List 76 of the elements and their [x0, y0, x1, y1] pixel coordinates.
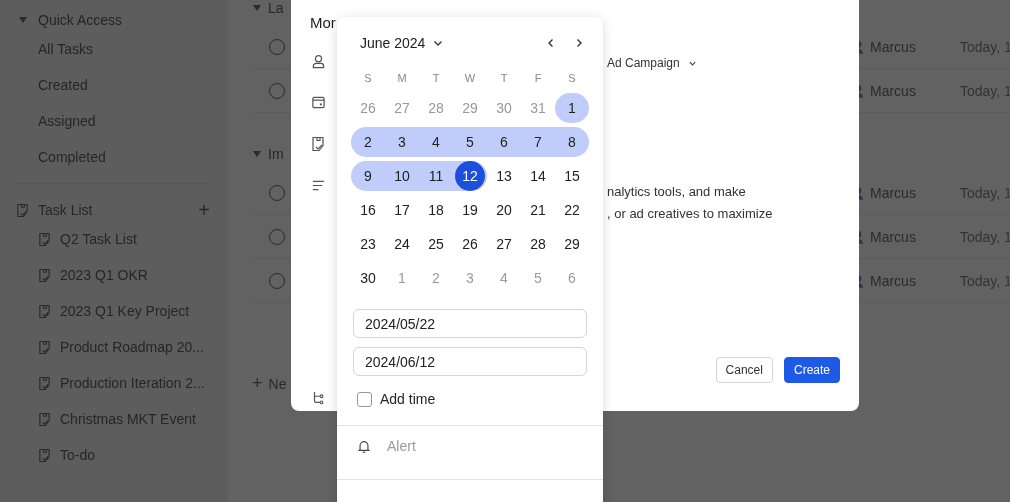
dialog-title: Mor: [310, 14, 336, 31]
calendar-day[interactable]: 11: [419, 161, 453, 191]
chevron-down-icon[interactable]: [433, 38, 444, 48]
calendar-day[interactable]: 25: [419, 229, 453, 259]
task-list-icon: [38, 267, 51, 283]
calendar-day[interactable]: 18: [419, 195, 453, 225]
description-text: nalytics tools, and make: [607, 183, 747, 201]
task-list-icon: [38, 375, 51, 391]
calendar-day[interactable]: 28: [521, 229, 555, 259]
weekday-label: M: [396, 72, 408, 84]
calendar-day[interactable]: 1: [555, 93, 589, 123]
calendar-day[interactable]: 12: [453, 161, 487, 191]
calendar-day[interactable]: 29: [555, 229, 589, 259]
calendar-day[interactable]: 16: [351, 195, 385, 225]
task-list-value[interactable]: Ad Campaign: [607, 56, 680, 70]
add-time-checkbox[interactable]: [357, 391, 372, 407]
start-date-field[interactable]: 2024/05/22: [353, 309, 587, 338]
calendar-day[interactable]: 24: [385, 229, 419, 259]
calendar-day[interactable]: 23: [351, 229, 385, 259]
calendar-day[interactable]: 5: [453, 127, 487, 157]
calendar-day[interactable]: 30: [351, 263, 385, 293]
calendar-day[interactable]: 20: [487, 195, 521, 225]
calendar-day[interactable]: 9: [351, 161, 385, 191]
description-text: , or ad creatives to maximize: [607, 205, 773, 223]
calendar-day[interactable]: 10: [385, 161, 419, 191]
calendar-day[interactable]: 26: [453, 229, 487, 259]
task-list-icon: [38, 411, 51, 427]
weekday-label: T: [499, 72, 509, 84]
weekday-label: S: [363, 72, 373, 84]
group-title: La: [268, 0, 284, 16]
person-icon: [310, 54, 326, 69]
previous-month-icon[interactable]: [546, 38, 556, 48]
calendar-day[interactable]: 27: [487, 229, 521, 259]
weekday-label: T: [431, 72, 441, 84]
calendar-day[interactable]: 21: [521, 195, 555, 225]
assignee-name: Marcus: [870, 272, 917, 289]
collapse-triangle-icon[interactable]: [252, 3, 262, 13]
collapse-triangle-icon[interactable]: [252, 149, 262, 159]
calendar-day[interactable]: 17: [385, 195, 419, 225]
assignee-name: Marcus: [870, 228, 917, 245]
calendar-day[interactable]: 14: [521, 161, 555, 191]
bell-icon[interactable]: [357, 438, 371, 454]
assignee-name: Marcus: [870, 82, 917, 99]
add-time-label[interactable]: Add time: [380, 391, 436, 407]
task-list-icon: [16, 202, 29, 218]
assignee-name: Marcus: [870, 184, 917, 201]
task-list-icon: [311, 136, 325, 152]
calendar-day[interactable]: 15: [555, 161, 589, 191]
subtask-icon: [311, 391, 325, 405]
task-list-icon: [38, 447, 51, 463]
group-title: Im: [268, 146, 284, 162]
calendar-day[interactable]: 2: [351, 127, 385, 157]
cancel-button[interactable]: Cancel: [715, 357, 773, 383]
calendar-day[interactable]: 6: [487, 127, 521, 157]
text-lines-icon: [310, 178, 326, 193]
calendar-day[interactable]: 8: [555, 127, 589, 157]
section-title: Quick Access: [38, 12, 123, 28]
task-list-icon: [38, 303, 51, 319]
weekday-label: F: [533, 72, 543, 84]
calendar-day[interactable]: 19: [453, 195, 487, 225]
create-button[interactable]: Create: [783, 357, 840, 383]
task-list-icon: [38, 231, 51, 247]
assignee-name: Marcus: [870, 38, 917, 55]
calendar-icon: [310, 95, 326, 110]
next-month-icon[interactable]: [574, 38, 584, 48]
calendar-day[interactable]: 3: [385, 127, 419, 157]
collapse-triangle-icon[interactable]: [18, 15, 28, 25]
month-selector[interactable]: June 2024: [360, 35, 426, 51]
calendar-day[interactable]: 7: [521, 127, 555, 157]
calendar-day[interactable]: 13: [487, 161, 521, 191]
weekday-label: S: [567, 72, 577, 84]
end-date-field[interactable]: 2024/06/12: [353, 347, 587, 376]
weekday-label: W: [463, 72, 477, 84]
task-list-icon: [38, 339, 51, 355]
calendar-day[interactable]: 22: [555, 195, 589, 225]
calendar-day[interactable]: 4: [419, 127, 453, 157]
